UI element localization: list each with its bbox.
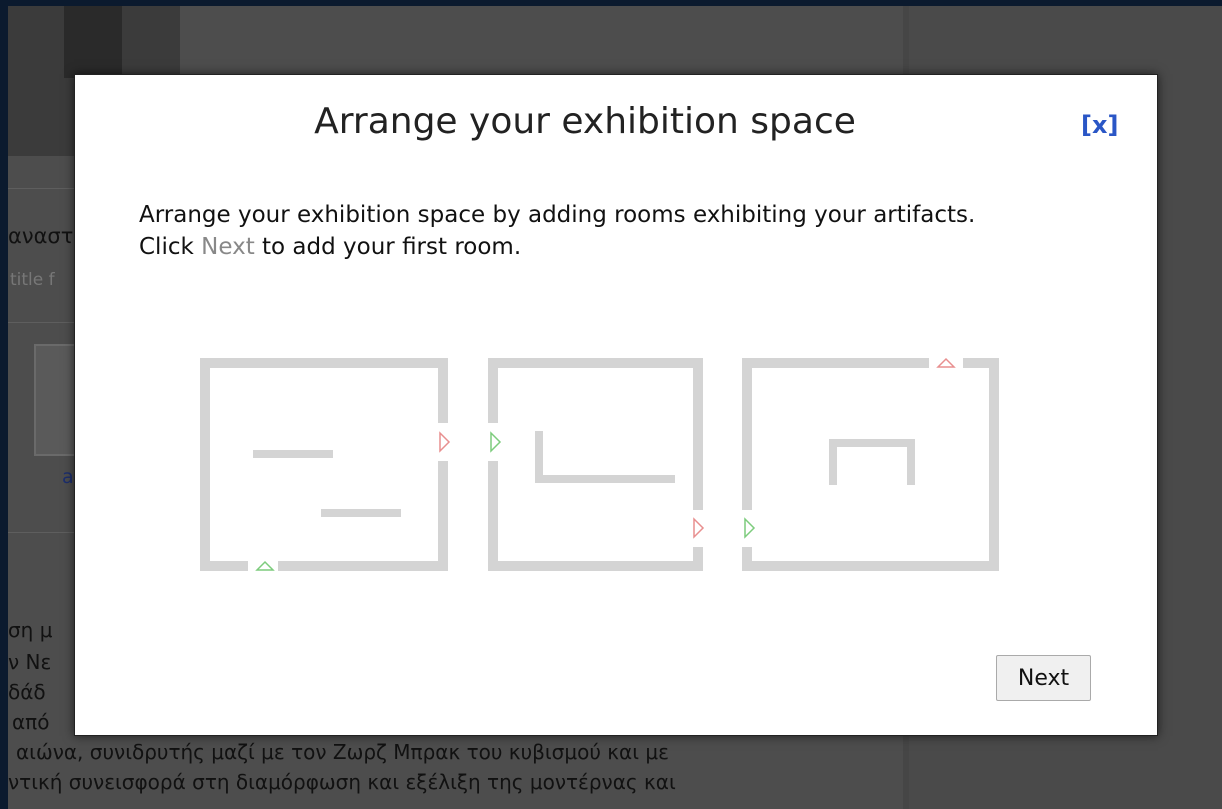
entrance-marker-icon (744, 517, 756, 539)
room-wall (200, 358, 210, 571)
close-button[interactable]: [x] (1081, 111, 1118, 139)
arrange-dialog: Arrange your exhibition space [x] Arrang… (74, 74, 1158, 736)
background-text: ν Νε (8, 650, 52, 674)
room-partition (907, 439, 915, 485)
dialog-instructions: Arrange your exhibition space by adding … (139, 199, 1129, 263)
room-wall (488, 358, 498, 423)
rooms-diagram (200, 357, 999, 571)
instruction-text: to add your first room. (262, 234, 522, 260)
room-partition (253, 450, 333, 458)
room-wall (693, 358, 703, 510)
room-1 (200, 358, 448, 571)
room-wall (742, 358, 752, 510)
room-partition (829, 439, 837, 485)
room-partition (321, 509, 401, 517)
background-text: από (12, 710, 50, 734)
background-text: ντική συνεισφορά στη διαμόρφωση και εξέλ… (8, 770, 676, 794)
next-reference-text: Next (201, 234, 255, 260)
room-wall (742, 358, 929, 368)
instruction-text: Arrange your exhibition space by adding … (139, 202, 976, 228)
exit-marker-icon (936, 357, 956, 368)
room-wall (200, 358, 448, 368)
room-wall (989, 358, 999, 571)
room-partition (829, 439, 915, 447)
room-wall (693, 547, 703, 571)
background-link: a (62, 466, 74, 488)
room-wall (438, 461, 448, 571)
exit-marker-icon (693, 517, 705, 539)
room-partition (535, 475, 675, 483)
room-wall (278, 561, 448, 571)
room-wall (742, 561, 999, 571)
background-text: ση μ (8, 618, 53, 642)
next-button[interactable]: Next (996, 655, 1091, 701)
dialog-title: Arrange your exhibition space (314, 101, 856, 142)
room-wall (488, 358, 703, 368)
room-wall (488, 561, 703, 571)
background-text: δάδ (8, 680, 46, 704)
room-wall (488, 461, 498, 571)
room-wall (438, 358, 448, 423)
room-2 (488, 358, 703, 571)
background-title-field: title f (10, 270, 55, 290)
instruction-text: Click (139, 234, 194, 260)
background-portrait-image (64, 6, 122, 78)
background-text: αναστ (8, 224, 74, 248)
entrance-marker-icon (255, 560, 275, 571)
background-text: αιώνα, συνιδρυτής μαζί με τον Ζωρζ Μπρακ… (16, 740, 669, 764)
room-3 (742, 358, 999, 571)
entrance-marker-icon (490, 431, 502, 453)
room-wall (200, 561, 248, 571)
exit-marker-icon (439, 431, 451, 453)
